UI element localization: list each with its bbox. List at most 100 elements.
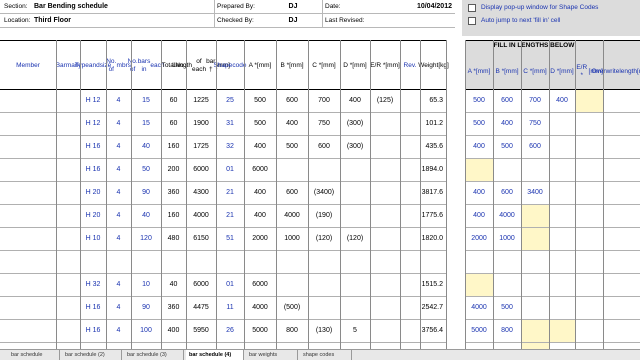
fill-in-cell-c[interactable] xyxy=(521,205,549,227)
cell-no-mbrs[interactable]: 4 xyxy=(106,320,131,342)
autojump-checkbox[interactable] xyxy=(468,16,476,25)
fill-in-cell-b[interactable] xyxy=(493,274,521,296)
cell-no-bars[interactable]: 50 xyxy=(131,159,161,181)
fill-in-cell-b[interactable]: 800 xyxy=(493,320,521,342)
cell-weight[interactable]: 1775.6 xyxy=(420,205,447,227)
cell-no-bars[interactable]: 40 xyxy=(131,205,161,227)
cell-C[interactable]: (190) xyxy=(308,205,340,227)
cell-type-size[interactable]: H 20 xyxy=(80,205,106,227)
cell-weight[interactable]: 1515.2 xyxy=(420,274,447,296)
cell-C[interactable]: (120) xyxy=(308,228,340,250)
fill-in-cell-c[interactable]: 700 xyxy=(521,90,549,112)
fill-in-cell-overwrite[interactable] xyxy=(603,113,640,135)
cell-rev[interactable] xyxy=(400,205,420,227)
cell-total-no[interactable] xyxy=(161,251,186,273)
popup-checkbox[interactable] xyxy=(468,3,476,12)
cell-type-size[interactable]: H 16 xyxy=(80,297,106,319)
fill-in-cell-d[interactable] xyxy=(549,136,575,158)
cell-shape-code[interactable] xyxy=(216,251,244,273)
fill-in-cell-er[interactable] xyxy=(575,113,603,135)
cell-member[interactable] xyxy=(0,182,56,204)
cell-D[interactable] xyxy=(340,251,370,273)
fill-in-cell-d[interactable] xyxy=(549,251,575,273)
fill-in-cell-c[interactable] xyxy=(521,251,549,273)
fill-in-cell-a[interactable] xyxy=(465,274,493,296)
fill-in-cell-overwrite[interactable] xyxy=(603,136,640,158)
cell-B[interactable]: 600 xyxy=(276,182,308,204)
cell-A[interactable] xyxy=(244,251,276,273)
cell-member[interactable] xyxy=(0,251,56,273)
fill-in-cell-c[interactable] xyxy=(521,228,549,250)
cell-type-size[interactable]: H 20 xyxy=(80,182,106,204)
cell-bar-mark[interactable] xyxy=(56,320,80,342)
cell-weight[interactable]: 101.2 xyxy=(420,113,447,135)
cell-bar-mark[interactable] xyxy=(56,136,80,158)
fill-in-cell-overwrite[interactable] xyxy=(603,228,640,250)
cell-ER[interactable]: (125) xyxy=(370,90,400,112)
cell-C[interactable] xyxy=(308,159,340,181)
cell-A[interactable]: 6000 xyxy=(244,159,276,181)
cell-rev[interactable] xyxy=(400,90,420,112)
fill-in-cell-c[interactable]: 750 xyxy=(521,113,549,135)
cell-weight[interactable]: 3817.6 xyxy=(420,182,447,204)
fill-in-cell-overwrite[interactable] xyxy=(603,251,640,273)
cell-no-mbrs[interactable]: 4 xyxy=(106,274,131,296)
cell-no-bars[interactable]: 120 xyxy=(131,228,161,250)
cell-B[interactable]: 800 xyxy=(276,320,308,342)
cell-no-mbrs[interactable]: 4 xyxy=(106,136,131,158)
cell-type-size[interactable]: H 12 xyxy=(80,113,106,135)
fill-in-cell-er[interactable] xyxy=(575,274,603,296)
fill-in-cell-d[interactable] xyxy=(549,182,575,204)
cell-shape-code[interactable]: 31 xyxy=(216,113,244,135)
cell-shape-code[interactable]: 26 xyxy=(216,320,244,342)
fill-in-cell-d[interactable] xyxy=(549,205,575,227)
cell-total-no[interactable]: 200 xyxy=(161,159,186,181)
cell-total-no[interactable]: 40 xyxy=(161,274,186,296)
cell-no-bars[interactable]: 100 xyxy=(131,320,161,342)
cell-B[interactable]: 4000 xyxy=(276,205,308,227)
cell-total-no[interactable]: 400 xyxy=(161,320,186,342)
checked-by-value[interactable]: DJ xyxy=(268,14,318,27)
cell-shape-code[interactable]: 11 xyxy=(216,297,244,319)
fill-in-cell-overwrite[interactable] xyxy=(603,297,640,319)
cell-rev[interactable] xyxy=(400,159,420,181)
cell-A[interactable]: 500 xyxy=(244,90,276,112)
fill-in-cell-c[interactable]: 600 xyxy=(521,136,549,158)
cell-no-bars[interactable]: 40 xyxy=(131,136,161,158)
cell-total-no[interactable]: 480 xyxy=(161,228,186,250)
fill-in-cell-er[interactable] xyxy=(575,136,603,158)
cell-length[interactable] xyxy=(186,251,216,273)
fill-in-cell-er[interactable] xyxy=(575,205,603,227)
cell-ER[interactable] xyxy=(370,159,400,181)
cell-D[interactable] xyxy=(340,159,370,181)
cell-length[interactable]: 6000 xyxy=(186,274,216,296)
cell-no-mbrs[interactable]: 4 xyxy=(106,228,131,250)
fill-in-cell-d[interactable] xyxy=(549,274,575,296)
cell-bar-mark[interactable] xyxy=(56,113,80,135)
section-value[interactable]: Bar Bending schedule xyxy=(34,0,204,13)
fill-in-cell-overwrite[interactable] xyxy=(603,159,640,181)
location-value[interactable]: Third Floor xyxy=(34,14,204,27)
fill-in-cell-a[interactable] xyxy=(465,251,493,273)
cell-weight[interactable]: 435.6 xyxy=(420,136,447,158)
cell-rev[interactable] xyxy=(400,136,420,158)
fill-in-cell-a[interactable]: 400 xyxy=(465,205,493,227)
cell-bar-mark[interactable] xyxy=(56,182,80,204)
cell-shape-code[interactable]: 01 xyxy=(216,159,244,181)
cell-member[interactable] xyxy=(0,136,56,158)
cell-no-bars[interactable]: 15 xyxy=(131,90,161,112)
fill-in-cell-b[interactable]: 4000 xyxy=(493,205,521,227)
cell-D[interactable]: (300) xyxy=(340,136,370,158)
cell-shape-code[interactable]: 32 xyxy=(216,136,244,158)
fill-in-cell-d[interactable] xyxy=(549,159,575,181)
fill-in-cell-a[interactable]: 500 xyxy=(465,90,493,112)
cell-ER[interactable] xyxy=(370,274,400,296)
cell-no-mbrs[interactable] xyxy=(106,251,131,273)
cell-weight[interactable]: 65.3 xyxy=(420,90,447,112)
cell-D[interactable] xyxy=(340,205,370,227)
cell-C[interactable] xyxy=(308,251,340,273)
cell-C[interactable] xyxy=(308,297,340,319)
cell-type-size[interactable]: H 16 xyxy=(80,136,106,158)
cell-C[interactable]: 750 xyxy=(308,113,340,135)
cell-A[interactable]: 400 xyxy=(244,205,276,227)
